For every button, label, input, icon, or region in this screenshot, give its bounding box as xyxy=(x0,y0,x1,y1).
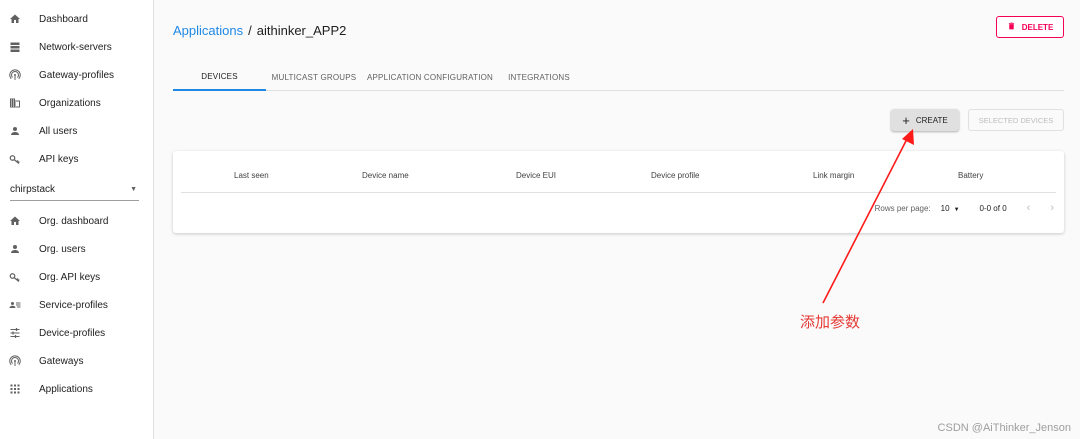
previous-page-icon[interactable]: ‹ xyxy=(1027,202,1031,214)
tab-multicast-groups[interactable]: MULTICAST GROUPS xyxy=(266,64,362,91)
sidebar-item-label: All users xyxy=(39,125,78,137)
account-icon xyxy=(8,242,22,256)
sidebar-item-label: Org. dashboard xyxy=(39,215,109,227)
sidebar-item-device-profiles[interactable]: Device-profiles xyxy=(0,319,153,347)
column-header-battery[interactable]: Battery xyxy=(958,171,983,180)
chevron-down-icon: ▼ xyxy=(130,186,137,193)
tune-icon xyxy=(8,326,22,340)
organization-select[interactable]: chirpstack ▼ xyxy=(10,179,139,201)
rows-per-page-value: 10 xyxy=(940,203,950,213)
apps-grid-icon xyxy=(8,382,22,396)
radio-tower-icon xyxy=(8,354,22,368)
key-icon xyxy=(8,270,22,284)
create-button[interactable]: + CREATE xyxy=(891,109,959,131)
sidebar-item-org-users[interactable]: Org. users xyxy=(0,235,153,263)
sidebar-item-label: API keys xyxy=(39,153,79,165)
sidebar-item-org-api-keys[interactable]: Org. API keys xyxy=(0,263,153,291)
column-header-link-margin[interactable]: Link margin xyxy=(813,171,854,180)
pagination-range: 0-0 of 0 xyxy=(979,203,1007,213)
page-title: aithinker_APP2 xyxy=(256,23,347,38)
column-header-device-name[interactable]: Device name xyxy=(362,171,409,180)
sidebar-item-organizations[interactable]: Organizations xyxy=(0,89,153,117)
table-header: Last seen Device name Device EUI Device … xyxy=(181,161,1056,193)
sidebar-item-label: Org. API keys xyxy=(39,271,101,283)
chevron-down-icon: ▼ xyxy=(953,206,960,213)
selected-devices-label: SELECTED DEVICES xyxy=(978,115,1054,125)
sidebar-item-label: Gateways xyxy=(39,355,84,367)
sidebar-item-label: Org. users xyxy=(39,243,86,255)
plus-icon: + xyxy=(902,112,910,128)
sidebar-item-label: Dashboard xyxy=(39,13,88,25)
watermark: CSDN @AiThinker_Jenson xyxy=(937,422,1071,434)
breadcrumb: Applications / aithinker_APP2 xyxy=(173,23,346,38)
sidebar-item-label: Device-profiles xyxy=(39,327,106,339)
sidebar-item-org-dashboard[interactable]: Org. dashboard xyxy=(0,207,153,235)
sidebar-item-label: Gateway-profiles xyxy=(39,69,115,81)
tab-application-configuration[interactable]: APPLICATION CONFIGURATION xyxy=(362,64,498,91)
rows-per-page-select[interactable]: 10 ▼ xyxy=(941,204,960,213)
tab-integrations[interactable]: INTEGRATIONS xyxy=(498,64,580,91)
domain-icon xyxy=(8,96,22,110)
rows-per-page-label: Rows per page: xyxy=(874,203,931,213)
organization-select-value: chirpstack xyxy=(10,184,56,195)
sidebar-item-gateways[interactable]: Gateways xyxy=(0,347,153,375)
sidebar-item-network-servers[interactable]: Network-servers xyxy=(0,33,153,61)
sidebar-item-label: Service-profiles xyxy=(39,299,108,311)
sidebar-item-api-keys[interactable]: API keys xyxy=(0,145,153,173)
selected-devices-button[interactable]: SELECTED DEVICES xyxy=(968,109,1064,131)
sidebar: Dashboard Network-servers Gateway-profil… xyxy=(0,0,154,439)
sidebar-item-applications[interactable]: Applications xyxy=(0,375,153,403)
column-header-device-eui[interactable]: Device EUI xyxy=(516,171,556,180)
sidebar-item-label: Network-servers xyxy=(39,41,112,53)
sidebar-item-dashboard[interactable]: Dashboard xyxy=(0,5,153,33)
create-button-label: CREATE xyxy=(915,115,948,125)
delete-button-label: DELETE xyxy=(1021,22,1054,32)
trash-icon xyxy=(1007,21,1016,33)
tabs: DEVICES MULTICAST GROUPS APPLICATION CON… xyxy=(173,64,1064,91)
servers-icon xyxy=(8,40,22,54)
sidebar-item-gateway-profiles[interactable]: Gateway-profiles xyxy=(0,61,153,89)
breadcrumb-separator: / xyxy=(248,23,252,38)
sidebar-item-label: Organizations xyxy=(39,97,101,109)
account-details-icon xyxy=(8,298,22,312)
tab-devices[interactable]: DEVICES xyxy=(173,64,266,91)
next-page-icon[interactable]: › xyxy=(1050,202,1054,214)
home-icon xyxy=(8,12,22,26)
devices-table-card: Last seen Device name Device EUI Device … xyxy=(173,151,1064,233)
table-pagination: Rows per page: 10 ▼ 0-0 of 0 ‹ › xyxy=(875,195,1054,221)
home-icon xyxy=(8,214,22,228)
annotation-text: 添加参数 xyxy=(800,314,861,331)
sidebar-item-all-users[interactable]: All users xyxy=(0,117,153,145)
column-header-last-seen[interactable]: Last seen xyxy=(234,171,269,180)
delete-button[interactable]: DELETE xyxy=(996,16,1064,38)
column-header-device-profile[interactable]: Device profile xyxy=(651,171,699,180)
sidebar-item-label: Applications xyxy=(39,383,93,395)
radio-tower-icon xyxy=(8,68,22,82)
sidebar-item-service-profiles[interactable]: Service-profiles xyxy=(0,291,153,319)
breadcrumb-applications-link[interactable]: Applications xyxy=(173,23,243,38)
account-icon xyxy=(8,124,22,138)
key-icon xyxy=(8,152,22,166)
